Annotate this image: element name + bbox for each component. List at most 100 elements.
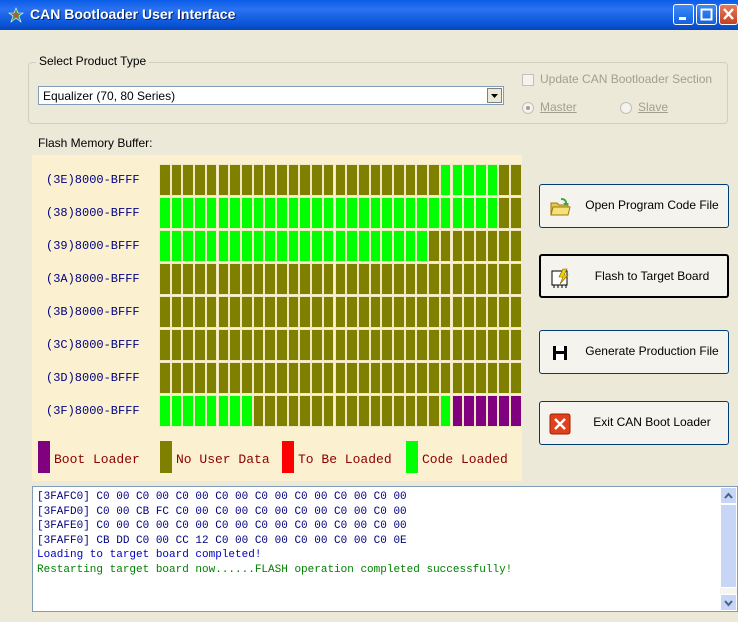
flash-memory-cell <box>463 362 475 394</box>
log-output[interactable]: [3FAFC0] C0 00 C0 00 C0 00 C0 00 C0 00 C… <box>32 486 738 612</box>
flash-memory-cell <box>170 329 183 361</box>
generate-production-button[interactable]: Generate Production File <box>539 330 729 374</box>
flash-memory-cell <box>182 263 195 295</box>
slave-radio[interactable] <box>620 102 632 114</box>
flash-memory-cell <box>240 263 253 295</box>
flash-memory-cell <box>252 197 265 229</box>
master-label: Master <box>540 100 577 114</box>
flash-memory-cell <box>276 296 288 328</box>
maximize-button[interactable] <box>696 4 717 25</box>
flash-memory-cell <box>276 197 288 229</box>
open-program-code-label: Open Program Code File <box>585 198 719 212</box>
flash-memory-cell <box>486 362 499 394</box>
flash-memory-cell <box>170 164 183 196</box>
flash-memory-cell <box>486 230 499 262</box>
flash-memory-cell <box>451 362 464 394</box>
flash-memory-cell <box>264 296 276 328</box>
flash-memory-cell <box>346 197 358 229</box>
flash-memory-cell <box>439 329 452 361</box>
flash-memory-cell <box>276 230 288 262</box>
flash-memory-cell <box>334 362 347 394</box>
flash-memory-cell <box>451 395 464 427</box>
flash-memory-cell <box>357 230 370 262</box>
flash-memory-cell <box>463 296 475 328</box>
exit-bootloader-button[interactable]: Exit CAN Boot Loader <box>539 401 729 445</box>
flash-memory-cell <box>205 230 218 262</box>
flash-memory-cell <box>252 230 265 262</box>
flash-row-label: (3F)8000-BFFF <box>46 404 140 418</box>
scroll-down-button[interactable] <box>720 594 737 611</box>
log-line: Loading to target board completed! <box>37 549 262 561</box>
minimize-button[interactable] <box>673 4 694 25</box>
flash-memory-cell <box>217 230 230 262</box>
flash-memory-cell <box>252 164 265 196</box>
flash-row-label: (3B)8000-BFFF <box>46 305 140 319</box>
close-button[interactable] <box>719 4 738 25</box>
flash-memory-cell <box>416 230 429 262</box>
flash-memory-cell <box>205 164 218 196</box>
product-type-select[interactable]: Equalizer (70, 80 Series) <box>38 86 504 105</box>
flash-memory-cell <box>463 197 475 229</box>
flash-memory-cell <box>205 197 218 229</box>
flash-memory-cell <box>486 197 499 229</box>
flash-memory-cell <box>381 197 393 229</box>
flash-memory-cell <box>276 164 288 196</box>
dropdown-button[interactable] <box>487 88 502 103</box>
flash-memory-cell <box>311 395 323 427</box>
open-program-code-button[interactable]: Open Program Code File <box>539 184 729 228</box>
flash-memory-cell <box>299 362 312 394</box>
flash-memory-cell <box>346 329 358 361</box>
flash-memory-cell <box>299 296 312 328</box>
flash-memory-cell <box>346 263 358 295</box>
slave-label: Slave <box>638 100 669 114</box>
save-disk-icon <box>553 346 567 360</box>
flash-memory-cell <box>299 263 312 295</box>
flash-memory-cell <box>474 197 487 229</box>
scroll-up-button[interactable] <box>720 487 737 504</box>
flash-memory-cell <box>369 329 382 361</box>
flash-memory-cell <box>439 197 452 229</box>
flash-memory-cell <box>194 296 206 328</box>
flash-memory-cell <box>463 164 475 196</box>
flash-memory-panel: (3E)8000-BFFF (38)8000-BFFF (39)8000-BFFF (… <box>32 155 522 481</box>
flash-memory-cell <box>439 230 452 262</box>
flash-memory-cell <box>463 230 475 262</box>
flash-memory-cell <box>182 395 195 427</box>
legend-swatch <box>406 441 418 473</box>
flash-memory-cell <box>205 296 218 328</box>
flash-memory-cell <box>311 197 323 229</box>
flash-memory-cell <box>369 362 382 394</box>
scroll-thumb[interactable] <box>720 504 737 588</box>
flash-memory-cell <box>170 296 183 328</box>
flash-memory-cell <box>510 395 522 427</box>
flash-memory-cell <box>334 296 347 328</box>
flash-memory-cell <box>276 362 288 394</box>
flash-memory-cell <box>416 296 429 328</box>
flash-memory-cell <box>182 329 195 361</box>
flash-memory-cell <box>357 329 370 361</box>
flash-memory-cell <box>334 329 347 361</box>
flash-target-button[interactable]: Flash to Target Board <box>539 254 729 298</box>
update-bootloader-checkbox[interactable] <box>522 74 534 86</box>
log-scrollbar[interactable] <box>720 487 737 611</box>
flash-row-label: (3C)8000-BFFF <box>46 338 140 352</box>
flash-memory-cell <box>252 263 265 295</box>
flash-memory-cell <box>217 395 230 427</box>
title-bar[interactable]: CAN Bootloader User Interface <box>0 0 738 30</box>
legend-label: Code Loaded <box>422 452 508 467</box>
window-title: CAN Bootloader User Interface <box>30 6 236 22</box>
flash-memory-cell <box>381 230 393 262</box>
flash-memory-cell <box>393 263 405 295</box>
flash-memory-cell <box>498 230 510 262</box>
app-window: CAN Bootloader User Interface Select Pro… <box>0 0 738 622</box>
flash-memory-cell <box>159 362 171 394</box>
flash-memory-cell <box>287 164 300 196</box>
flash-memory-cell <box>428 263 440 295</box>
master-radio[interactable] <box>522 102 534 114</box>
exit-x-icon <box>549 413 571 435</box>
flash-memory-cell <box>287 329 300 361</box>
flash-memory-cell <box>287 296 300 328</box>
flash-memory-cell <box>474 296 487 328</box>
flash-memory-cell <box>510 197 522 229</box>
flash-memory-cell <box>322 263 335 295</box>
